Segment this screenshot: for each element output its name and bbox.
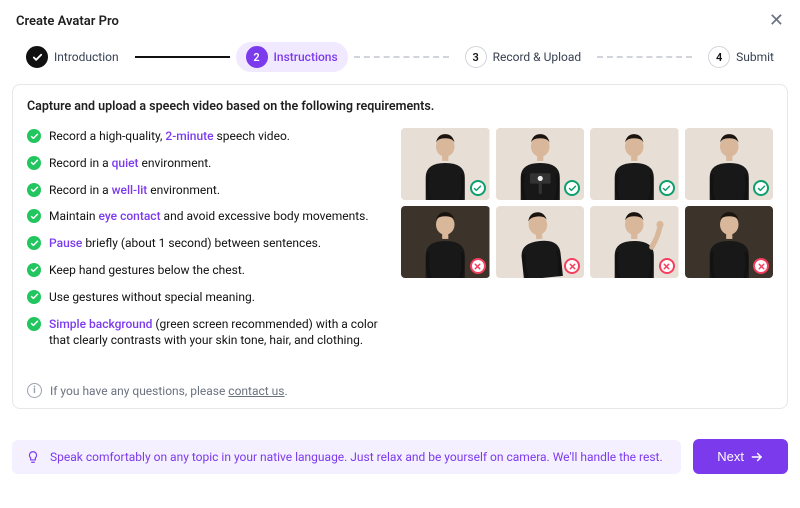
step-connector — [597, 56, 692, 58]
requirement-item: Use gestures without special meaning. — [27, 289, 381, 306]
check-icon — [27, 290, 41, 304]
example-thumb — [401, 128, 490, 200]
modal-title: Create Avatar Pro — [16, 14, 119, 29]
good-badge-icon — [753, 180, 769, 196]
step-connector — [135, 56, 230, 58]
bad-badge-icon — [659, 258, 675, 274]
check-icon — [27, 183, 41, 197]
info-icon: i — [27, 383, 42, 398]
example-thumb — [590, 206, 679, 278]
check-icon — [27, 263, 41, 277]
stepper: Introduction 2Instructions 3Record & Uploa… — [0, 42, 800, 84]
tip-icon — [26, 450, 40, 464]
step-label: Instructions — [274, 50, 338, 64]
bad-badge-icon — [564, 258, 580, 274]
example-thumb — [685, 128, 774, 200]
requirement-item: Pause briefly (about 1 second) between s… — [27, 235, 381, 252]
example-thumb — [496, 206, 585, 278]
step-submit[interactable]: 4Submit — [698, 42, 784, 72]
check-icon — [27, 209, 41, 223]
step-connector — [354, 56, 449, 58]
tip-text: Speak comfortably on any topic in your n… — [50, 450, 663, 464]
example-thumb — [401, 206, 490, 278]
bad-badge-icon — [753, 258, 769, 274]
card-title: Capture and upload a speech video based … — [27, 99, 773, 114]
check-icon — [27, 236, 41, 250]
step-instructions[interactable]: 2Instructions — [236, 42, 348, 72]
step-record-upload[interactable]: 3Record & Upload — [455, 42, 592, 72]
step-label: Record & Upload — [493, 50, 582, 64]
tip-box: Speak comfortably on any topic in your n… — [12, 440, 681, 474]
step-introduction[interactable]: Introduction — [16, 42, 129, 72]
example-thumb — [685, 206, 774, 278]
example-thumb — [590, 128, 679, 200]
check-icon — [27, 317, 41, 331]
requirements-list: Record a high-quality, 2-minute speech v… — [27, 128, 381, 349]
bad-badge-icon — [470, 258, 486, 274]
check-icon — [27, 156, 41, 170]
example-thumb — [496, 128, 585, 200]
good-badge-icon — [564, 180, 580, 196]
good-badge-icon — [470, 180, 486, 196]
instructions-card: Capture and upload a speech video based … — [12, 84, 788, 409]
next-button[interactable]: Next — [693, 439, 788, 474]
example-thumbnails — [401, 128, 773, 278]
step-label: Introduction — [54, 50, 119, 64]
step-label: Submit — [736, 50, 774, 64]
arrow-right-icon — [750, 450, 764, 464]
requirement-item: Record in a quiet environment. — [27, 155, 381, 172]
requirement-item: Simple background (green screen recommen… — [27, 316, 381, 350]
requirement-item: Keep hand gestures below the chest. — [27, 262, 381, 279]
check-icon — [27, 129, 41, 143]
requirement-item: Record in a well-lit environment. — [27, 182, 381, 199]
good-badge-icon — [659, 180, 675, 196]
contact-us-link[interactable]: contact us — [228, 384, 284, 398]
close-icon[interactable]: ✕ — [769, 12, 784, 30]
requirement-item: Record a high-quality, 2-minute speech v… — [27, 128, 381, 145]
contact-row: i If you have any questions, please cont… — [27, 383, 773, 398]
requirement-item: Maintain eye contact and avoid excessive… — [27, 208, 381, 225]
